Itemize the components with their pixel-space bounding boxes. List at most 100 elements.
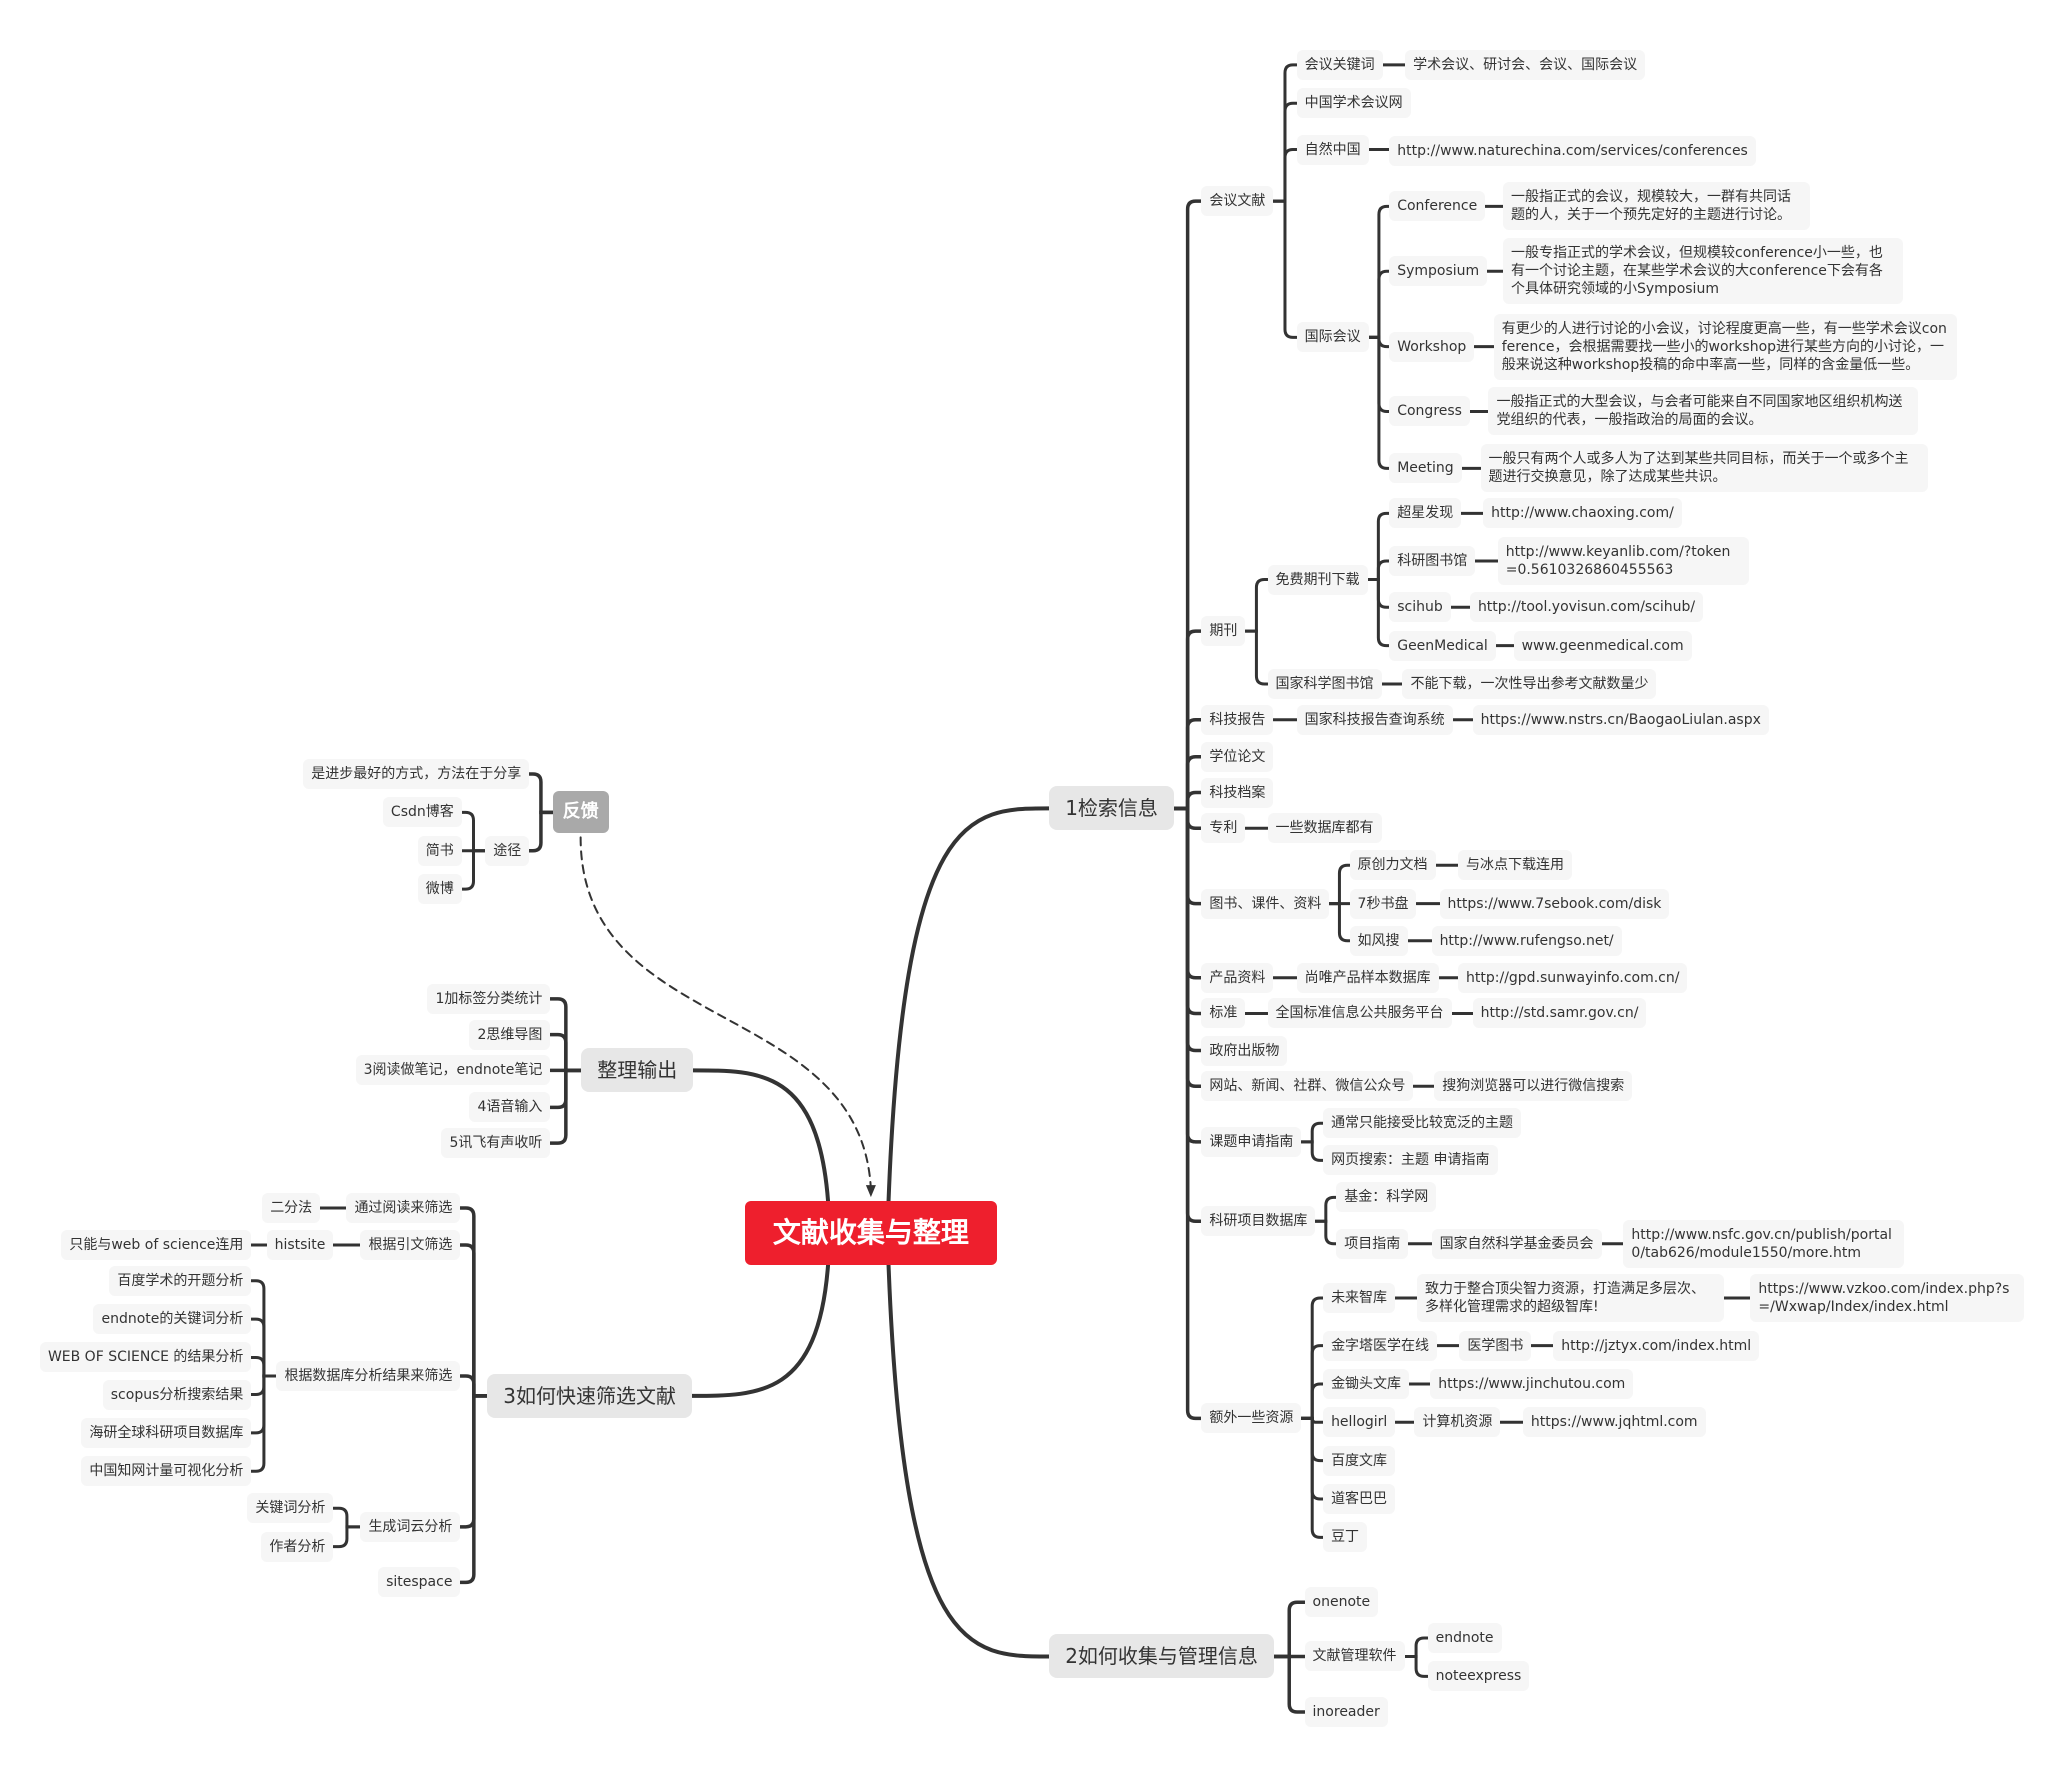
subtopic[interactable]: 科技档案 xyxy=(1201,777,1274,808)
main-topic[interactable]: 1检索信息 xyxy=(1049,786,1174,831)
subtopic[interactable]: 免费期刊下载 xyxy=(1267,564,1368,595)
main-topic[interactable]: 2如何收集与管理信息 xyxy=(1049,1634,1274,1679)
subtopic[interactable]: http://www.naturechina.com/services/conf… xyxy=(1389,135,1756,166)
subtopic[interactable]: 5讯飞有声收听 xyxy=(441,1128,551,1159)
subtopic[interactable]: 关键词分析 xyxy=(247,1493,334,1524)
subtopic[interactable]: endnote xyxy=(1427,1622,1502,1653)
subtopic[interactable]: noteexpress xyxy=(1427,1661,1530,1692)
subtopic[interactable]: 中国知网计量可视化分析 xyxy=(81,1456,252,1487)
subtopic[interactable]: 尚唯产品样本数据库 xyxy=(1296,962,1439,993)
subtopic[interactable]: 网页搜索：主题 申请指南 xyxy=(1323,1145,1498,1176)
subtopic[interactable]: Meeting xyxy=(1389,453,1462,484)
subtopic[interactable]: 国际会议 xyxy=(1296,322,1369,353)
subtopic[interactable]: 豆丁 xyxy=(1323,1522,1368,1553)
subtopic[interactable]: 网站、新闻、社群、微信公众号 xyxy=(1201,1071,1414,1102)
subtopic[interactable]: 百度学术的开题分析 xyxy=(109,1265,252,1296)
subtopic[interactable]: 国家科技报告查询系统 xyxy=(1296,704,1453,735)
subtopic[interactable]: 2思维导图 xyxy=(469,1019,551,1050)
subtopic[interactable]: 有更少的人进行讨论的小会议，讨论程度更高一些，有一些学术会议conference… xyxy=(1493,313,1957,380)
subtopic[interactable]: 医学图书 xyxy=(1459,1330,1532,1361)
subtopic[interactable]: Congress xyxy=(1389,396,1470,427)
subtopic[interactable]: 自然中国 xyxy=(1296,134,1369,165)
subtopic[interactable]: 是进步最好的方式，方法在于分享 xyxy=(303,759,530,789)
subtopic[interactable]: 一般指正式的会议，规模较大，一群有共同话题的人，关于一个预先定好的主题进行讨论。 xyxy=(1503,182,1810,231)
subtopic[interactable]: 全国标准信息公共服务平台 xyxy=(1267,998,1452,1029)
subtopic[interactable]: 根据引文筛选 xyxy=(360,1230,461,1260)
subtopic[interactable]: GeenMedical xyxy=(1389,630,1496,661)
subtopic[interactable]: 图书、课件、资料 xyxy=(1201,888,1330,919)
subtopic[interactable]: http://www.nsfc.gov.cn/publish/portal0/t… xyxy=(1623,1219,1904,1268)
subtopic[interactable]: 计算机资源 xyxy=(1414,1407,1501,1438)
subtopic[interactable]: 如风搜 xyxy=(1349,925,1408,956)
subtopic[interactable]: 二分法 xyxy=(262,1192,321,1223)
subtopic[interactable]: 与冰点下载连用 xyxy=(1458,850,1573,881)
subtopic[interactable]: 学位论文 xyxy=(1201,741,1274,772)
subtopic[interactable]: sitespace xyxy=(378,1567,461,1598)
subtopic[interactable]: WEB OF SCIENCE 的结果分析 xyxy=(39,1342,252,1373)
subtopic[interactable]: 生成词云分析 xyxy=(360,1511,461,1542)
subtopic[interactable]: http://jztyx.com/index.html xyxy=(1553,1330,1760,1361)
subtopic[interactable]: https://www.jqhtml.com xyxy=(1522,1407,1706,1438)
subtopic[interactable]: 一些数据库都有 xyxy=(1267,813,1382,844)
subtopic[interactable]: 产品资料 xyxy=(1201,962,1274,993)
subtopic[interactable]: 通过阅读来筛选 xyxy=(346,1192,461,1223)
subtopic[interactable]: 4语音输入 xyxy=(469,1092,551,1123)
subtopic[interactable]: 国家自然科学基金委员会 xyxy=(1431,1228,1602,1259)
subtopic[interactable]: http://gpd.sunwayinfo.com.cn/ xyxy=(1458,962,1688,993)
subtopic[interactable]: 额外一些资源 xyxy=(1201,1403,1302,1434)
subtopic[interactable]: 微博 xyxy=(417,874,462,905)
subtopic[interactable]: 科研图书馆 xyxy=(1389,545,1476,576)
subtopic[interactable]: http://www.keyanlib.com/?token=0.5610326… xyxy=(1497,536,1750,585)
subtopic[interactable]: 一般专指正式的学术会议，但规模较conference小一些，也有一个讨论主题，在… xyxy=(1503,238,1903,305)
subtopic[interactable]: 百度文库 xyxy=(1323,1445,1396,1476)
subtopic[interactable]: 金锄头文库 xyxy=(1323,1368,1410,1399)
subtopic[interactable]: 原创力文档 xyxy=(1349,850,1436,881)
subtopic[interactable]: 文献管理软件 xyxy=(1304,1641,1405,1672)
subtopic[interactable]: Csdn博客 xyxy=(382,797,462,828)
subtopic[interactable]: 只能与web of science连用 xyxy=(61,1230,252,1260)
subtopic[interactable]: Symposium xyxy=(1389,256,1488,287)
feedback-topic[interactable]: 反馈 xyxy=(552,791,609,834)
subtopic[interactable]: 国家科学图书馆 xyxy=(1267,669,1382,700)
subtopic[interactable]: 根据数据库分析结果来筛选 xyxy=(276,1361,461,1391)
main-topic[interactable]: 3如何快速筛选文献 xyxy=(487,1373,692,1418)
subtopic[interactable]: http://tool.yovisun.com/scihub/ xyxy=(1469,592,1704,623)
subtopic[interactable]: 项目指南 xyxy=(1336,1228,1409,1259)
subtopic[interactable]: 一般指正式的大型会议，与会者可能来自不同国家地区组织机构送党组织的代表，一般指政… xyxy=(1488,387,1919,436)
subtopic[interactable]: 专利 xyxy=(1201,813,1246,844)
subtopic[interactable]: 一般只有两个人或多人为了达到某些共同目标，而关于一个或多个主题进行交换意见，除了… xyxy=(1480,444,1928,493)
subtopic[interactable]: 作者分析 xyxy=(261,1531,334,1562)
subtopic[interactable]: 科技报告 xyxy=(1201,704,1274,735)
subtopic[interactable]: 道客巴巴 xyxy=(1323,1484,1396,1515)
subtopic[interactable]: scihub xyxy=(1389,592,1451,623)
subtopic[interactable]: http://www.rufengso.net/ xyxy=(1431,925,1622,956)
subtopic[interactable]: 政府出版物 xyxy=(1201,1035,1288,1066)
subtopic[interactable]: 7秒书盘 xyxy=(1349,888,1417,919)
subtopic[interactable]: histsite xyxy=(266,1230,334,1260)
subtopic[interactable]: hellogirl xyxy=(1323,1407,1396,1438)
subtopic[interactable]: onenote xyxy=(1304,1587,1379,1618)
subtopic[interactable]: https://www.jinchutou.com xyxy=(1430,1368,1634,1399)
subtopic[interactable]: 学术会议、研讨会、会议、国际会议 xyxy=(1405,49,1646,80)
subtopic[interactable]: https://www.vzkoo.com/index.php?s=/Wxwap… xyxy=(1750,1273,2025,1322)
subtopic[interactable]: Conference xyxy=(1389,191,1486,222)
subtopic[interactable]: 标准 xyxy=(1201,998,1246,1029)
subtopic[interactable]: 金字塔医学在线 xyxy=(1323,1330,1438,1361)
subtopic[interactable]: 会议文献 xyxy=(1201,186,1274,217)
subtopic[interactable]: 通常只能接受比较宽泛的主题 xyxy=(1323,1108,1522,1139)
subtopic[interactable]: 期刊 xyxy=(1201,616,1246,647)
subtopic[interactable]: 1加标签分类统计 xyxy=(427,983,551,1014)
subtopic[interactable]: 超星发现 xyxy=(1389,498,1462,529)
subtopic[interactable]: 未来智库 xyxy=(1323,1282,1396,1313)
subtopic[interactable]: www.geenmedical.com xyxy=(1513,630,1692,661)
subtopic[interactable]: 致力于整合顶尖智力资源，打造满足多层次、多样化管理需求的超级智库! xyxy=(1417,1273,1724,1322)
subtopic[interactable]: 3阅读做笔记，endnote笔记 xyxy=(355,1055,551,1086)
subtopic[interactable]: 基金：科学网 xyxy=(1336,1182,1437,1213)
subtopic[interactable]: 不能下载，一次性导出参考文献数量少 xyxy=(1402,669,1657,700)
subtopic[interactable]: 科研项目数据库 xyxy=(1201,1206,1316,1237)
main-topic[interactable]: 整理输出 xyxy=(581,1048,694,1093)
subtopic[interactable]: 中国学术会议网 xyxy=(1296,88,1411,119)
subtopic[interactable]: 搜狗浏览器可以进行微信搜索 xyxy=(1434,1071,1633,1102)
subtopic[interactable]: scopus分析搜索结果 xyxy=(102,1379,252,1410)
subtopic[interactable]: 会议关键词 xyxy=(1296,49,1383,80)
